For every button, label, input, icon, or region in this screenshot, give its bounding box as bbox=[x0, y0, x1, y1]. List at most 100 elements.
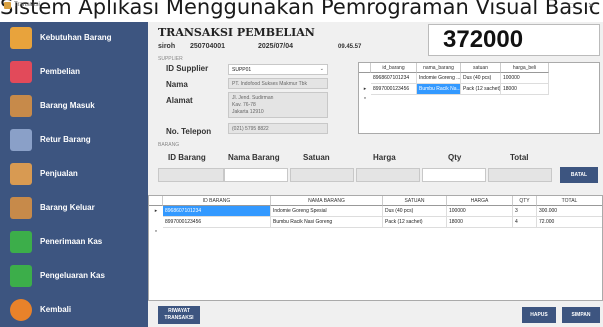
supplier-phone-field[interactable]: (021) 5795 8822 bbox=[228, 123, 328, 134]
riwayat-transaksi-button[interactable]: RIWAYAT TRANSAKSI bbox=[158, 306, 200, 324]
box-in-icon bbox=[10, 95, 32, 117]
total-input[interactable] bbox=[488, 168, 552, 182]
sidebar-item-label: Retur Barang bbox=[40, 135, 91, 144]
table-cell[interactable]: Dus (40 pcs) bbox=[383, 206, 447, 217]
cart-icon bbox=[10, 61, 32, 83]
total-header: Total bbox=[510, 153, 529, 162]
table-cell[interactable]: 100000 bbox=[447, 206, 513, 217]
riwayat-line: TRANSAKSI bbox=[164, 315, 194, 321]
sidebar-item-label: Kembali bbox=[40, 305, 72, 314]
address-line: Jakarta 12910 bbox=[232, 109, 264, 115]
sidebar-item-kembali[interactable]: Kembali bbox=[0, 294, 148, 326]
table-cell[interactable]: Dus (40 pcs) bbox=[461, 73, 501, 84]
table-cell[interactable]: 3 bbox=[513, 206, 537, 217]
minimize-button[interactable]: – bbox=[544, 0, 560, 12]
sidebar-item-label: Penjualan bbox=[40, 169, 78, 178]
satuan-input[interactable] bbox=[290, 168, 354, 182]
page-title: TRANSAKSI PEMBELIAN bbox=[158, 26, 315, 39]
transaction-date: 2025/07/04 bbox=[258, 43, 294, 50]
table-cell[interactable]: 72.000 bbox=[537, 217, 602, 228]
table-cell[interactable]: 18000 bbox=[447, 217, 513, 228]
sidebar-item-retur-barang[interactable]: Retur Barang bbox=[0, 124, 148, 156]
return-icon bbox=[10, 129, 32, 151]
back-icon bbox=[10, 299, 32, 321]
sidebar-item-pembelian[interactable]: Pembelian bbox=[0, 56, 148, 88]
simpan-button[interactable]: SIMPAN bbox=[562, 307, 600, 323]
caption-band: Sistem Aplikasi Menggunakan Pemrograman … bbox=[0, 0, 603, 22]
qty-input[interactable] bbox=[422, 168, 486, 182]
column-header[interactable]: TOTAL bbox=[537, 196, 602, 206]
window-titlebar: Transaksi – □ ✕ bbox=[0, 0, 603, 12]
column-header[interactable]: HARGA bbox=[447, 196, 513, 206]
maximize-button[interactable]: □ bbox=[563, 0, 579, 12]
table-cell[interactable]: Pack (12 sachet) bbox=[383, 217, 447, 228]
sidebar-item-barang-masuk[interactable]: Barang Masuk bbox=[0, 90, 148, 122]
new-row-icon: * bbox=[364, 97, 366, 103]
table-cell[interactable]: 8997000123456 bbox=[163, 217, 271, 228]
sidebar-item-barang-keluar[interactable]: Barang Keluar bbox=[0, 192, 148, 224]
new-row-icon: * bbox=[155, 230, 157, 236]
table-cell[interactable]: Indomie Goreng ... bbox=[417, 73, 461, 84]
address-line: Kav. 76-78 bbox=[232, 102, 256, 108]
box-out-icon bbox=[10, 197, 32, 219]
table-cell[interactable]: 18000 bbox=[501, 84, 549, 95]
table-cell[interactable]: 8997000123456 bbox=[371, 84, 417, 95]
column-header[interactable]: SATUAN bbox=[383, 196, 447, 206]
table-cell[interactable]: Indomie Goreng Spesial bbox=[271, 206, 383, 217]
table-cell[interactable]: 8968607101234 bbox=[371, 73, 417, 84]
window-title: Transaksi bbox=[14, 2, 40, 8]
column-header[interactable]: harga_beli bbox=[501, 63, 549, 73]
address-line: Jl. Jend. Sudirman bbox=[232, 95, 274, 101]
column-header[interactable]: id_barang bbox=[371, 63, 417, 73]
total-amount: 372000 bbox=[443, 26, 524, 53]
sidebar-item-label: Kebutuhan Barang bbox=[40, 33, 112, 42]
total-display: 372000 bbox=[428, 24, 600, 56]
supplier-address-field[interactable]: Jl. Jend. Sudirman Kav. 76-78 Jakarta 12… bbox=[228, 92, 328, 118]
selected-cell[interactable]: 8968607101234 bbox=[163, 206, 271, 217]
user-name: siroh bbox=[158, 43, 176, 50]
alamat-label: Alamat bbox=[166, 96, 193, 105]
column-header[interactable]: nama_barang bbox=[417, 63, 461, 73]
sidebar-item-label: Barang Masuk bbox=[40, 101, 95, 110]
sidebar-item-pengeluaran-kas[interactable]: Pengeluaran Kas bbox=[0, 260, 148, 292]
nama-label: Nama bbox=[166, 80, 188, 89]
close-button[interactable]: ✕ bbox=[583, 0, 599, 12]
chevron-down-icon: ⌄ bbox=[319, 66, 324, 72]
table-cell[interactable]: 4 bbox=[513, 217, 537, 228]
qty-header: Qty bbox=[448, 153, 462, 162]
hapus-button[interactable]: HAPUS bbox=[522, 307, 556, 323]
product-lookup-grid[interactable]: id_barang nama_barang satuan harga_beli … bbox=[358, 62, 600, 134]
app-icon bbox=[4, 2, 11, 9]
sidebar-item-label: Barang Keluar bbox=[40, 203, 95, 212]
boxes-icon bbox=[10, 27, 32, 49]
satuan-header: Satuan bbox=[303, 153, 330, 162]
id-barang-input[interactable] bbox=[158, 168, 224, 182]
column-header[interactable]: QTY bbox=[513, 196, 537, 206]
table-cell[interactable]: Pack (12 sachet) bbox=[461, 84, 501, 95]
harga-input[interactable] bbox=[356, 168, 420, 182]
sidebar-item-penjualan[interactable]: Penjualan bbox=[0, 158, 148, 190]
nama-barang-header: Nama Barang bbox=[228, 153, 280, 162]
column-header[interactable]: satuan bbox=[461, 63, 501, 73]
purchase-detail-grid[interactable]: ID BARANG NAMA BARANG SATUAN HARGA QTY T… bbox=[148, 195, 603, 301]
table-cell[interactable]: 100000 bbox=[501, 73, 549, 84]
cash-out-icon bbox=[10, 265, 32, 287]
cash-in-icon bbox=[10, 231, 32, 253]
sidebar-item-penerimaan-kas[interactable]: Penerimaan Kas bbox=[0, 226, 148, 258]
supplier-group-label: SUPPLIER bbox=[158, 56, 183, 62]
column-header[interactable]: NAMA BARANG bbox=[271, 196, 383, 206]
table-cell[interactable]: Bumbu Racik Nasi Goreng bbox=[271, 217, 383, 228]
column-header[interactable]: ID BARANG bbox=[163, 196, 271, 206]
selected-cell[interactable]: Bumbu Racik Na... bbox=[417, 84, 461, 95]
row-arrow-icon: ▸ bbox=[363, 86, 367, 92]
main-panel: TRANSAKSI PEMBELIAN siroh 250704001 2025… bbox=[148, 22, 603, 327]
supplier-select[interactable]: SUPP01 ⌄ bbox=[228, 64, 328, 75]
sidebar-item-kebutuhan-barang[interactable]: Kebutuhan Barang bbox=[0, 22, 148, 54]
table-cell[interactable]: 300.000 bbox=[537, 206, 602, 217]
supplier-name-field[interactable]: PT. Indofood Sukses Makmur Tbk bbox=[228, 78, 328, 89]
nama-barang-input[interactable] bbox=[224, 168, 288, 182]
sidebar-item-label: Pengeluaran Kas bbox=[40, 271, 105, 280]
sale-icon bbox=[10, 163, 32, 185]
batal-button[interactable]: BATAL bbox=[560, 167, 598, 183]
sidebar: Kebutuhan Barang Pembelian Barang Masuk … bbox=[0, 22, 148, 327]
